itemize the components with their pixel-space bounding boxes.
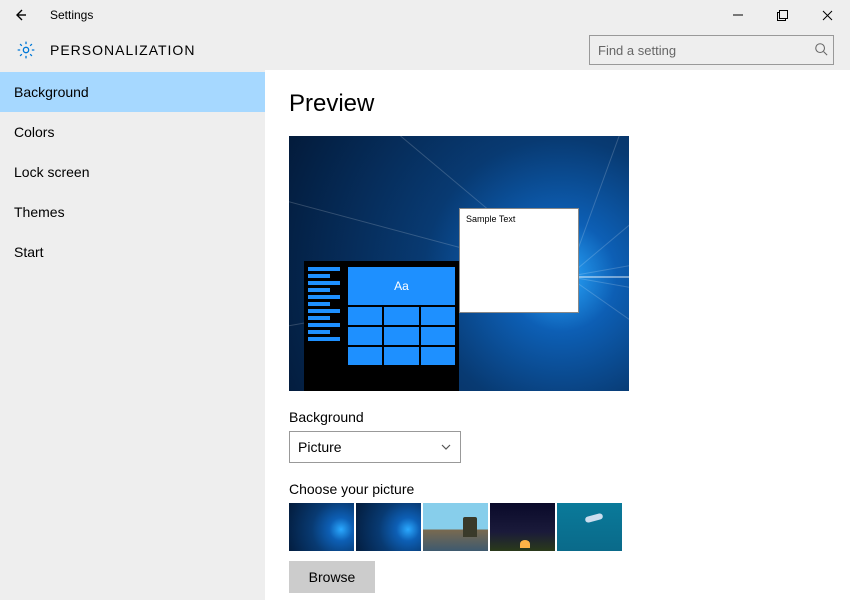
background-select[interactable]: Picture <box>289 431 461 463</box>
browse-button[interactable]: Browse <box>289 561 375 593</box>
search-input[interactable] <box>589 35 834 65</box>
arrow-left-icon <box>12 7 28 23</box>
preview-box: Sample Text Aa <box>289 136 629 391</box>
sidebar-item-label: Colors <box>14 124 54 140</box>
close-button[interactable] <box>805 0 850 30</box>
window-title: Settings <box>50 8 93 22</box>
sidebar-item-label: Lock screen <box>14 164 89 180</box>
browse-button-label: Browse <box>309 569 356 585</box>
window-controls <box>715 0 850 30</box>
background-label: Background <box>289 409 850 425</box>
start-menu-mock: Aa <box>304 261 459 391</box>
picture-thumbnails <box>289 503 850 551</box>
sidebar-item-background[interactable]: Background <box>0 72 265 112</box>
sample-text-label: Sample Text <box>460 209 578 229</box>
section-title: PERSONALIZATION <box>50 42 195 58</box>
sidebar-item-colors[interactable]: Colors <box>0 112 265 152</box>
back-button[interactable] <box>0 0 40 30</box>
choose-picture-label: Choose your picture <box>289 481 850 497</box>
sidebar-item-lock-screen[interactable]: Lock screen <box>0 152 265 192</box>
search-container <box>589 35 834 65</box>
sidebar-item-themes[interactable]: Themes <box>0 192 265 232</box>
header-bar: PERSONALIZATION <box>0 30 850 70</box>
preview-heading: Preview <box>289 90 850 118</box>
tile-sample: Aa <box>348 267 455 305</box>
picture-thumb-1[interactable] <box>289 503 354 551</box>
minimize-button[interactable] <box>715 0 760 30</box>
titlebar: Settings <box>0 0 850 30</box>
sidebar-item-label: Start <box>14 244 44 260</box>
picture-thumb-2[interactable] <box>356 503 421 551</box>
minimize-icon <box>733 10 743 20</box>
sidebar-item-start[interactable]: Start <box>0 232 265 272</box>
background-select-value: Picture <box>298 439 342 455</box>
search-icon <box>814 42 828 56</box>
close-icon <box>822 10 833 21</box>
maximize-icon <box>777 10 788 21</box>
main-content: Preview Sample Text Aa Background <box>265 70 850 600</box>
picture-thumb-5[interactable] <box>557 503 622 551</box>
picture-thumb-3[interactable] <box>423 503 488 551</box>
picture-thumb-4[interactable] <box>490 503 555 551</box>
chevron-down-icon <box>440 441 452 453</box>
sidebar: Background Colors Lock screen Themes Sta… <box>0 70 265 600</box>
sidebar-item-label: Background <box>14 84 89 100</box>
maximize-button[interactable] <box>760 0 805 30</box>
gear-icon <box>16 40 36 60</box>
sidebar-item-label: Themes <box>14 204 65 220</box>
sample-window: Sample Text <box>459 208 579 313</box>
